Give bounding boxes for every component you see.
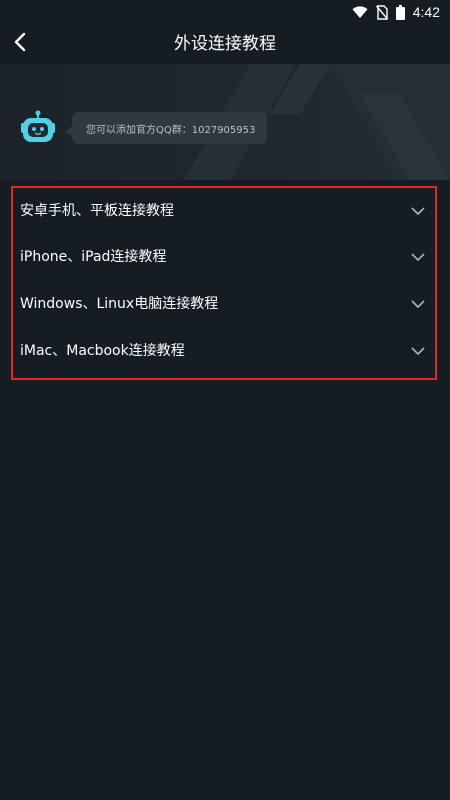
list-item-mac[interactable]: iMac、Macbook连接教程 [13, 328, 435, 374]
battery-icon [395, 4, 405, 20]
list-item-windows-linux[interactable]: Windows、Linux电脑连接教程 [13, 281, 435, 327]
list-item-android[interactable]: 安卓手机、平板连接教程 [13, 188, 435, 234]
nav-bar: 外设连接教程 [0, 24, 450, 64]
robot-icon [18, 110, 58, 148]
qq-group-message-text: 您可以添加官方QQ群：1027905953 [86, 124, 256, 136]
list-item-label: iPhone、iPad连接教程 [20, 249, 167, 265]
chevron-down-icon [411, 253, 425, 261]
qq-group-message: 您可以添加官方QQ群：1027905953 [65, 112, 268, 144]
chevron-down-icon [411, 207, 425, 215]
chevron-down-icon [411, 347, 425, 355]
tutorial-list: 安卓手机、平板连接教程 iPhone、iPad连接教程 Windows、Linu… [11, 186, 437, 380]
status-icons: 4:42 [352, 3, 440, 21]
chevron-down-icon [411, 300, 425, 308]
wifi-icon [352, 5, 368, 19]
no-sim-icon [375, 4, 388, 20]
status-time: 4:42 [412, 4, 440, 20]
banner: 您可以添加官方QQ群：1027905953 [0, 64, 450, 180]
list-item-label: Windows、Linux电脑连接教程 [20, 296, 219, 312]
page-title: 外设连接教程 [174, 34, 276, 54]
list-item-label: iMac、Macbook连接教程 [20, 343, 185, 359]
list-item-label: 安卓手机、平板连接教程 [20, 203, 174, 219]
status-bar: 4:42 [0, 0, 450, 24]
list-item-ios[interactable]: iPhone、iPad连接教程 [13, 234, 435, 280]
